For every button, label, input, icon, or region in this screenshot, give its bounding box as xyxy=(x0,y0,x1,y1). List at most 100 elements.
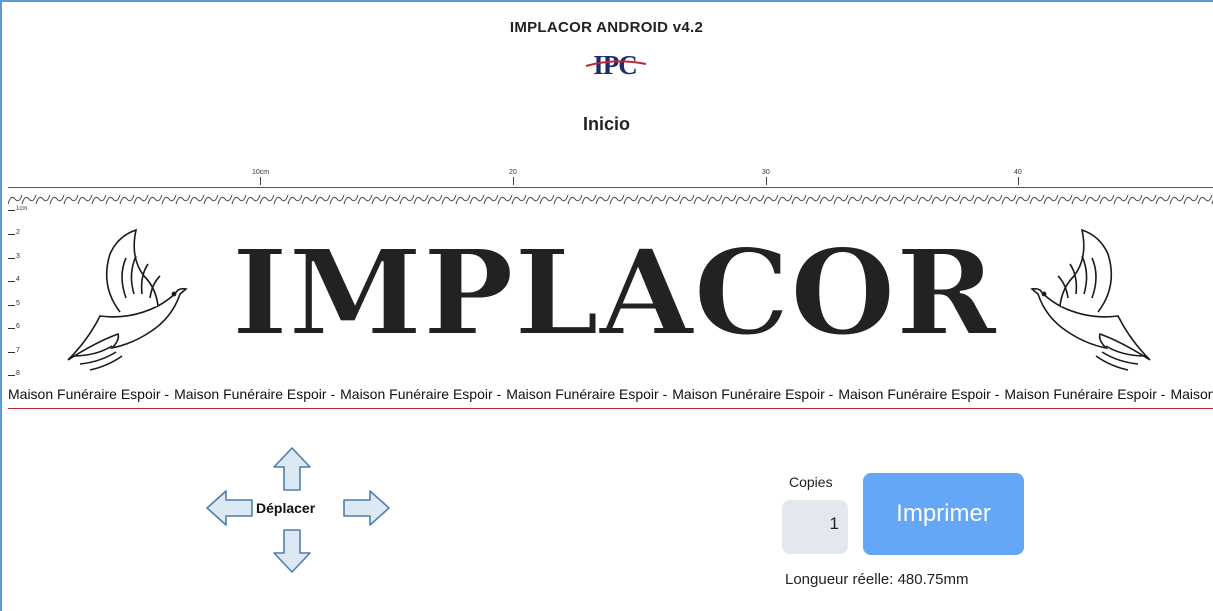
ornament-swirl xyxy=(315,194,331,205)
ornament-swirl xyxy=(861,194,877,205)
ornament-swirl xyxy=(791,194,807,205)
ornament-swirl xyxy=(273,194,289,205)
ornament-swirl xyxy=(889,194,905,205)
print-button[interactable]: Imprimer xyxy=(863,473,1024,555)
ornament-swirl xyxy=(35,194,51,205)
strip-text-item: Maison Funéraire Espoir - xyxy=(340,386,502,402)
ornament-swirl xyxy=(427,194,443,205)
ornament-swirl xyxy=(749,194,765,205)
ipc-logo: IPC xyxy=(580,50,650,80)
ornament-swirl xyxy=(721,194,737,205)
ornament-swirl xyxy=(231,194,247,205)
ornament-swirl xyxy=(973,194,989,205)
strip-text-item: Maison Funéraire Espoir - xyxy=(174,386,336,402)
ornament-swirl xyxy=(945,194,961,205)
preview-bottom-text: Maison Funéraire Espoir - Maison Funérair… xyxy=(8,386,1213,408)
ornament-swirl xyxy=(49,194,65,205)
ornament-swirl xyxy=(567,194,583,205)
ornament-swirl xyxy=(777,194,793,205)
ruler-label: 10cm xyxy=(252,169,270,176)
ornament-swirl xyxy=(847,194,863,205)
ornament-swirl xyxy=(1085,194,1101,205)
ornament-swirl xyxy=(1071,194,1087,205)
arrow-down-icon xyxy=(273,529,311,573)
strip-text-item: Maison Funéraire Espoir - xyxy=(838,386,1000,402)
arrow-right-icon xyxy=(343,490,390,526)
ornament-swirl xyxy=(819,194,835,205)
ornament-swirl xyxy=(8,194,23,205)
move-down-button[interactable] xyxy=(270,527,314,575)
strip-text-item: Maison Funéraire Espoir - xyxy=(1170,386,1213,402)
ornament-swirl xyxy=(483,194,499,205)
ornament-swirl xyxy=(287,194,303,205)
ornament-swirl xyxy=(1141,194,1157,205)
ornament-swirl xyxy=(735,194,751,205)
ornament-swirl xyxy=(679,194,695,205)
guide-line-top xyxy=(8,187,1213,188)
arrow-left-icon xyxy=(206,490,253,526)
ornament-swirl xyxy=(259,194,275,205)
ornament-swirl xyxy=(399,194,415,205)
copies-label: Copies xyxy=(789,474,833,490)
preview-main-text: IMPLACOR xyxy=(232,223,998,362)
ornament-swirl xyxy=(539,194,555,205)
ornament-swirl xyxy=(385,194,401,205)
ornament-swirl xyxy=(371,194,387,205)
ornament-swirl xyxy=(651,194,667,205)
ruler-tick xyxy=(766,177,767,185)
strip-text-item: Maison Funéraire Espoir - xyxy=(506,386,668,402)
move-up-button[interactable] xyxy=(270,445,314,493)
ornament-swirl xyxy=(931,194,947,205)
ornament-swirl xyxy=(1169,194,1185,205)
ornament-swirl xyxy=(1043,194,1059,205)
ornament-border xyxy=(8,191,1213,209)
ornament-swirl xyxy=(455,194,471,205)
copies-input[interactable]: 1 xyxy=(782,500,848,554)
ornament-swirl xyxy=(637,194,653,205)
ornament-swirl xyxy=(357,194,373,205)
ornament-swirl xyxy=(119,194,135,205)
ornament-swirl xyxy=(189,194,205,205)
ornament-swirl xyxy=(595,194,611,205)
page-title: Inicio xyxy=(582,114,630,134)
print-preview[interactable]: IMPLACOR xyxy=(0,210,1213,385)
ornament-swirl xyxy=(609,194,625,205)
ornament-swirl xyxy=(1113,194,1129,205)
arrow-up-icon xyxy=(273,447,311,491)
move-right-button[interactable] xyxy=(340,488,392,528)
length-readout: Longueur réelle: 480.75mm xyxy=(785,571,969,588)
strip-text-item: Maison Funéraire Espoir - xyxy=(8,386,170,402)
dove-icon-right xyxy=(1030,228,1151,371)
ornament-swirl xyxy=(1029,194,1045,205)
ornament-swirl xyxy=(329,194,345,205)
ruler-label: 30 xyxy=(762,169,770,176)
ornament-swirl xyxy=(77,194,93,205)
ornament-swirl xyxy=(175,194,191,205)
ornament-swirl xyxy=(553,194,569,205)
ornament-swirl xyxy=(707,194,723,205)
app-title: IMPLACOR ANDROID v4.2 xyxy=(509,19,704,36)
ruler-tick xyxy=(513,177,514,185)
ornament-swirl xyxy=(1001,194,1017,205)
strip-text-item: Maison Funéraire Espoir - xyxy=(672,386,834,402)
ruler-label: 20 xyxy=(509,169,517,176)
ornament-swirl xyxy=(441,194,457,205)
logo-swoosh-icon xyxy=(585,60,647,67)
ornament-swirl xyxy=(1015,194,1031,205)
ruler-tick xyxy=(1018,177,1019,185)
ornament-swirl xyxy=(511,194,527,205)
ornament-swirl xyxy=(469,194,485,205)
ornament-swirl xyxy=(1183,194,1199,205)
ornament-swirl xyxy=(959,194,975,205)
ornament-swirl xyxy=(245,194,261,205)
ruler-tick xyxy=(260,177,261,185)
ornament-swirl xyxy=(133,194,149,205)
ruler-label: 40 xyxy=(1014,169,1022,176)
ornament-swirl xyxy=(581,194,597,205)
ornament-swirl xyxy=(525,194,541,205)
ornament-swirl xyxy=(343,194,359,205)
ornament-swirl xyxy=(91,194,107,205)
top-ruler: 10cm 20 30 40 xyxy=(0,160,1213,188)
move-left-button[interactable] xyxy=(204,488,256,528)
ornament-swirl xyxy=(805,194,821,205)
